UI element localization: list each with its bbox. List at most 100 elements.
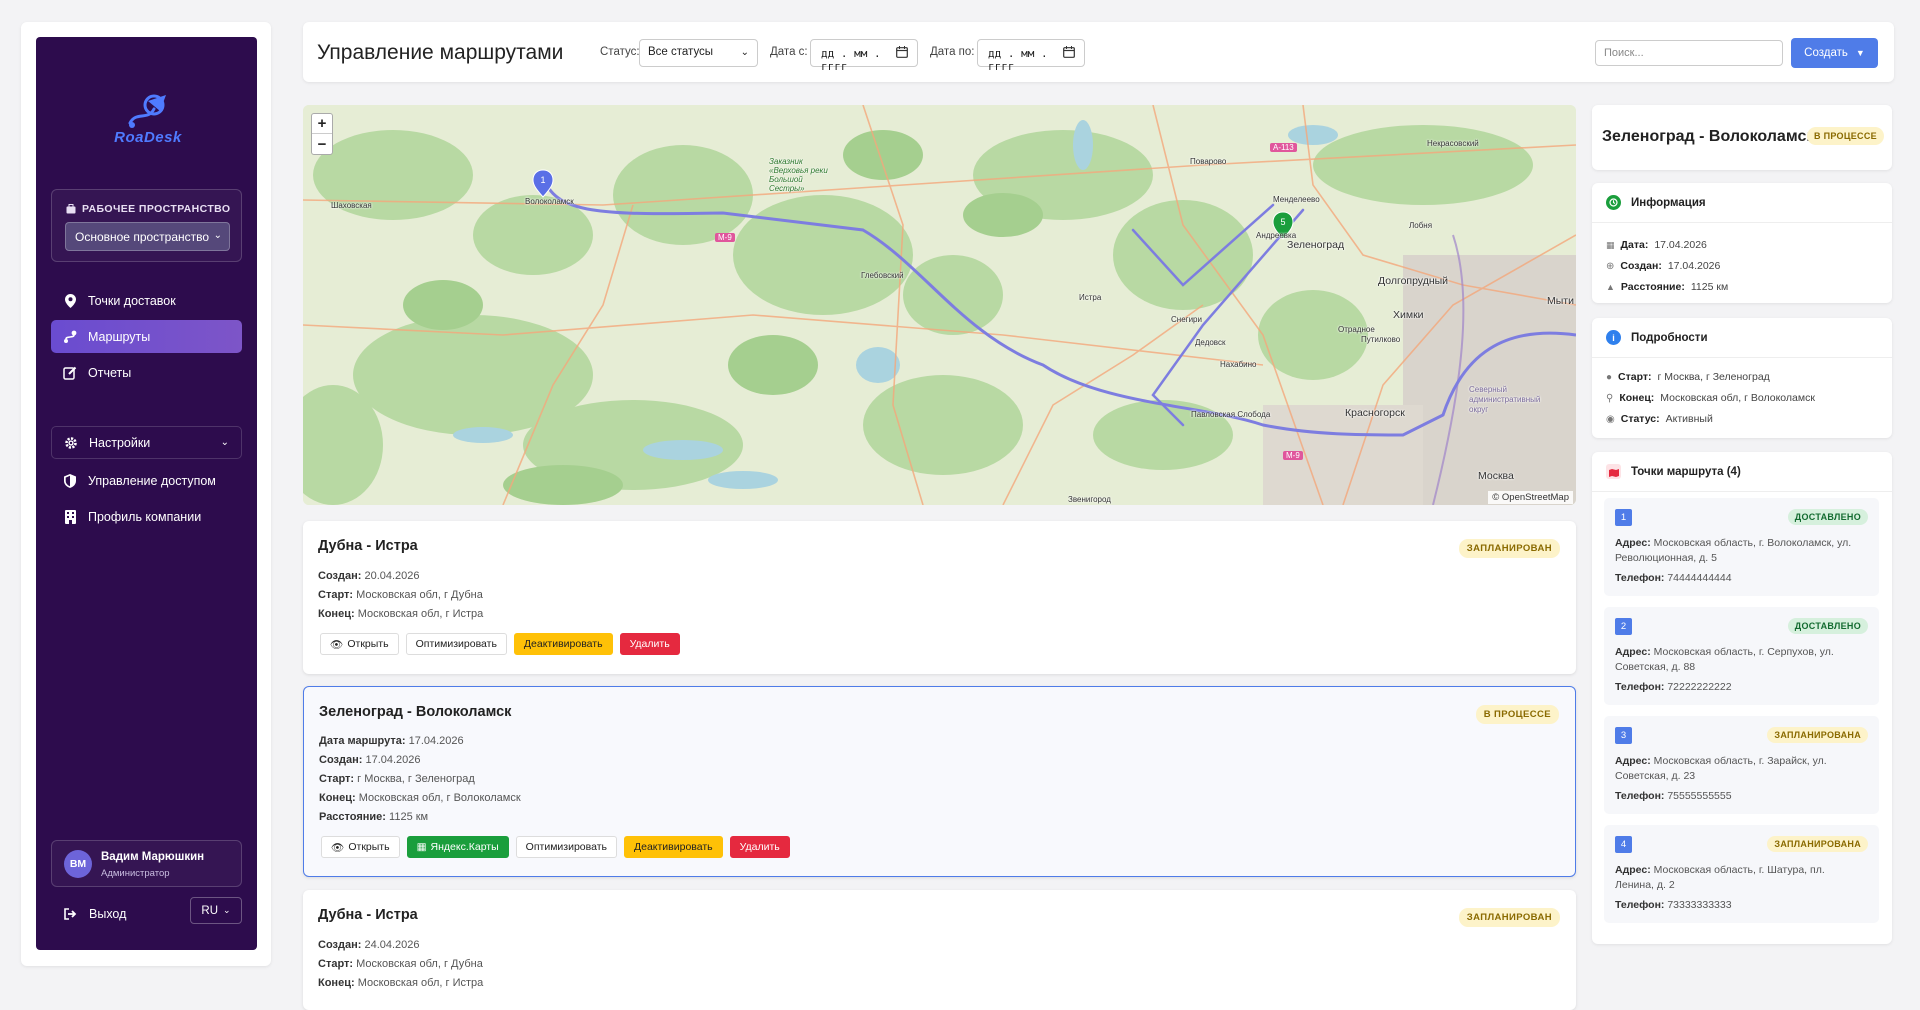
- status-filter-select[interactable]: Все статусы ⌄: [639, 39, 758, 67]
- create-button[interactable]: Создать ▼: [1791, 38, 1878, 68]
- route-point-item[interactable]: 4 ЗАПЛАНИРОВАНА Адрес: Московская област…: [1604, 825, 1879, 923]
- point-phone: Телефон: 73333333333: [1615, 899, 1732, 911]
- route-card[interactable]: Дубна - Истра ЗАПЛАНИРОВАН Создан: 24.04…: [303, 890, 1576, 1010]
- sidebar-item-label: Управление доступом: [88, 473, 216, 488]
- route-point-item[interactable]: 1 ДОСТАВЛЕНО Адрес: Московская область, …: [1604, 498, 1879, 596]
- workspace-select[interactable]: Основное пространство ⌄: [65, 222, 230, 251]
- route-points-section: Точки маршрута (4) 1 ДОСТАВЛЕНО Адрес: М…: [1592, 452, 1892, 944]
- sidebar-item-label: Отчеты: [88, 365, 132, 380]
- sidebar-item-routes[interactable]: Маршруты: [51, 320, 242, 353]
- date-to-value: дд . мм . гггг: [988, 47, 1048, 73]
- calendar-icon[interactable]: [1063, 46, 1075, 58]
- sidebar-item-label: Профиль компании: [88, 509, 202, 524]
- point-phone: Телефон: 72222222222: [1615, 681, 1732, 693]
- info-created: ⊕ Создан: 17.04.2026: [1606, 260, 1721, 272]
- map-label: Северный административный округ: [1469, 385, 1541, 414]
- map-zoom-control: + −: [311, 113, 333, 155]
- user-name: Вадим Марюшкин: [101, 851, 205, 863]
- route-start: Старт: г Москва, г Зеленоград: [319, 773, 475, 785]
- route-title: Дубна - Истра: [318, 907, 418, 923]
- map-label: Мыти: [1547, 295, 1574, 307]
- sidebar-item-settings[interactable]: Настройки ⌄: [51, 426, 242, 459]
- map-label: Долгопрудный: [1378, 275, 1449, 287]
- status-filter-label: Статус:: [600, 46, 640, 58]
- map-label: Путилково: [1361, 335, 1401, 344]
- user-role: Администратор: [101, 868, 170, 879]
- date-to-input[interactable]: дд . мм . гггг: [977, 39, 1085, 73]
- info-section: Информация ▦ Дата: 17.04.2026 ⊕ Создан: 17.0…: [1592, 183, 1892, 303]
- map-label: Некрасовский: [1427, 139, 1479, 148]
- section-title: Точки маршрута (4): [1631, 465, 1741, 478]
- map-attribution[interactable]: © OpenStreetMap: [1488, 491, 1573, 504]
- sidebar-item-company[interactable]: Профиль компании: [51, 500, 242, 533]
- delete-button[interactable]: Удалить: [729, 836, 790, 858]
- route-card-selected[interactable]: Зеленоград - Волоколамск В ПРОЦЕССЕ Дата…: [303, 686, 1576, 877]
- user-profile[interactable]: ВМ Вадим Марюшкин Администратор: [51, 840, 242, 887]
- route-map[interactable]: 1 5 Волоколамск Шаховская Поварово Менде…: [303, 105, 1576, 505]
- status-badge: ЗАПЛАНИРОВАН: [1458, 908, 1560, 927]
- gear-icon: [64, 436, 78, 450]
- avatar: ВМ: [64, 850, 92, 878]
- logout-label: Выход: [89, 907, 127, 921]
- search-input[interactable]: Поиск...: [1595, 40, 1783, 66]
- sidebar-item-reports[interactable]: Отчеты: [51, 356, 242, 389]
- sidebar-item-access[interactable]: Управление доступом: [51, 464, 242, 497]
- map-label: Павловская Слобода: [1191, 410, 1271, 419]
- plus-circle-icon: ⊕: [1606, 260, 1615, 272]
- calendar-icon: ▦: [1606, 239, 1615, 250]
- date-from-label: Дата с:: [770, 46, 808, 58]
- section-header: Информация: [1592, 183, 1892, 223]
- workspace-select-value: Основное пространство: [75, 230, 210, 244]
- map-label: Красногорск: [1345, 407, 1405, 419]
- date-from-value: дд . мм . гггг: [821, 47, 881, 73]
- route-end: Конец: Московская обл, г Волоколамск: [319, 792, 521, 804]
- map-icon: ▦: [416, 841, 427, 853]
- app-logo[interactable]: RoaDesk: [98, 91, 198, 147]
- search-placeholder: Поиск...: [1604, 47, 1644, 59]
- details-start: ● Старт: г Москва, г Зеленоград: [1606, 371, 1770, 383]
- optimize-button[interactable]: Оптимизировать: [405, 633, 507, 655]
- yandex-maps-button[interactable]: ▦ Яндекс.Карты: [406, 836, 509, 858]
- route-point-item[interactable]: 2 ДОСТАВЛЕНО Адрес: Московская область, …: [1604, 607, 1879, 705]
- calendar-icon[interactable]: [896, 46, 908, 58]
- map-label: Нахабино: [1220, 360, 1257, 369]
- open-button[interactable]: 👁 Открыть: [320, 633, 399, 655]
- route-created: Создан: 20.04.2026: [318, 570, 420, 582]
- road-shield: A-113: [1270, 143, 1297, 152]
- open-button[interactable]: 👁 Открыть: [321, 836, 400, 858]
- status-filter-value: Все статусы: [648, 46, 714, 58]
- route-date: Дата маршрута: 17.04.2026: [319, 735, 464, 747]
- map-label: Заказник «Верховья реки Большой Сестры»: [769, 157, 828, 193]
- map-label: Волоколамск: [525, 197, 574, 206]
- workspace-title-label: РАБОЧЕЕ ПРОСТРАНСТВО: [82, 203, 231, 215]
- map-marked-icon: [1606, 464, 1621, 479]
- map-label: Андреевка: [1256, 231, 1297, 240]
- delete-button[interactable]: Удалить: [619, 633, 680, 655]
- date-from-input[interactable]: дд . мм . гггг: [810, 39, 918, 73]
- zoom-in-button[interactable]: +: [312, 114, 332, 134]
- deactivate-button[interactable]: Деактивировать: [513, 633, 613, 655]
- deactivate-button[interactable]: Деактивировать: [624, 836, 723, 858]
- route-icon: [63, 330, 77, 344]
- language-select[interactable]: RU ⌄: [190, 897, 242, 924]
- map-label: Москва: [1478, 470, 1514, 482]
- sidebar-item-label: Маршруты: [88, 329, 151, 344]
- detail-header: Зеленоград - Волоколамск В ПРОЦЕССЕ: [1592, 105, 1892, 170]
- section-header: Точки маршрута (4): [1592, 452, 1892, 492]
- sidebar-item-delivery-points[interactable]: Точки доставок: [51, 284, 242, 317]
- route-actions: 👁 Открыть ▦ Яндекс.Карты Оптимизировать Де…: [321, 836, 790, 858]
- optimize-button[interactable]: Оптимизировать: [515, 836, 617, 858]
- chevron-down-icon: ⌄: [223, 905, 231, 915]
- details-section: i Подробности ● Старт: г Москва, г Зеленог…: [1592, 318, 1892, 438]
- route-point-item[interactable]: 3 ЗАПЛАНИРОВАНА Адрес: Московская област…: [1604, 716, 1879, 814]
- map-label: Снегири: [1171, 315, 1202, 324]
- logout-button[interactable]: Выход: [64, 907, 126, 921]
- info-icon: i: [1606, 330, 1621, 345]
- zoom-out-button[interactable]: −: [312, 134, 332, 154]
- route-card[interactable]: Дубна - Истра ЗАПЛАНИРОВАН Создан: 20.04…: [303, 521, 1576, 674]
- eye-icon: 👁: [331, 841, 345, 854]
- workspace-box: РАБОЧЕЕ ПРОСТРАНСТВО Основное пространст…: [51, 189, 242, 262]
- map-pin-icon: [63, 293, 77, 308]
- point-status-badge: ЗАПЛАНИРОВАНА: [1767, 727, 1868, 743]
- point-phone: Телефон: 75555555555: [1615, 790, 1732, 802]
